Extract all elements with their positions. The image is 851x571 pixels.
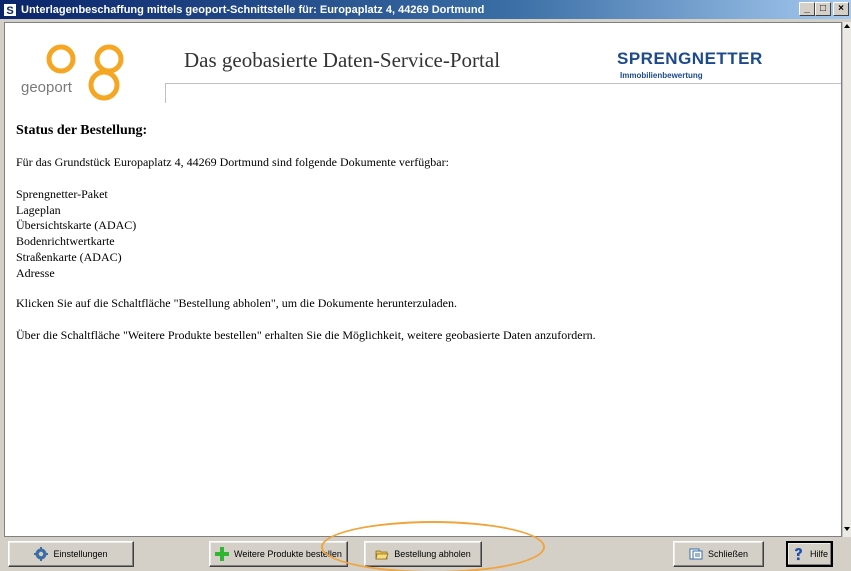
more-products-button[interactable]: Weitere Produkte bestellen <box>209 541 348 567</box>
window-controls: _ □ × <box>799 2 849 16</box>
download-hint: Klicken Sie auf die Schaltfläche "Bestel… <box>16 296 457 311</box>
close-window-button[interactable]: × <box>833 2 849 16</box>
more-products-button-label: Weitere Produkte bestellen <box>234 549 342 559</box>
vertical-scrollbar[interactable] <box>842 22 851 537</box>
close-window-icon <box>689 548 703 560</box>
brand-logo-subtitle: Immobilienbewertung <box>620 71 703 80</box>
fetch-order-button[interactable]: Bestellung abholen <box>364 541 482 567</box>
minimize-button[interactable]: _ <box>799 2 815 16</box>
close-button[interactable]: Schließen <box>673 541 764 567</box>
header-divider <box>165 83 841 84</box>
help-button-label: Hilfe <box>809 549 828 559</box>
window-title: Unterlagenbeschaffung mittels geoport-Sc… <box>21 3 485 16</box>
help-icon <box>794 548 802 561</box>
maximize-button[interactable]: □ <box>815 2 831 16</box>
help-button[interactable]: Hilfe <box>786 541 833 567</box>
settings-button-label: Einstellungen <box>53 549 108 559</box>
intro-text: Für das Grundstück Europaplatz 4, 44269 … <box>16 155 449 169</box>
content-area: geoport Das geobasierte Daten-Service-Po… <box>4 22 842 537</box>
document-item: Bodenrichtwertkarte <box>16 234 115 249</box>
portal-header: geoport Das geobasierte Daten-Service-Po… <box>5 23 841 103</box>
more-products-hint: Über die Schaltfläche "Weitere Produkte … <box>16 328 596 343</box>
document-list: Sprengnetter-Paket Lageplan Übersichtska… <box>16 187 836 281</box>
document-item: Adresse <box>16 265 55 280</box>
plus-icon <box>215 547 230 561</box>
gear-icon <box>34 547 49 561</box>
header-divider-vertical <box>165 83 166 103</box>
scroll-down-icon[interactable] <box>844 527 850 531</box>
close-button-label: Schließen <box>707 549 749 559</box>
brand-logo-name: SPRENGNETTER <box>617 49 763 68</box>
bottom-toolbar: Einstellungen Weitere Produkte bestellen… <box>0 538 851 571</box>
status-heading: Status der Bestellung: <box>16 123 148 138</box>
title-bar[interactable]: S Unterlagenbeschaffung mittels geoport-… <box>0 0 851 19</box>
document-item: Straßenkarte (ADAC) <box>16 249 122 264</box>
folder-open-icon <box>375 550 389 560</box>
document-item: Übersichtskarte (ADAC) <box>16 218 137 233</box>
logo-wordmark: geoport <box>21 79 72 96</box>
status-panel: Status der Bestellung: Für das Grundstüc… <box>16 123 836 343</box>
settings-button[interactable]: Einstellungen <box>8 541 134 567</box>
app-icon: S <box>3 2 17 17</box>
document-item: Lageplan <box>16 202 61 217</box>
fetch-order-button-label: Bestellung abholen <box>394 549 471 559</box>
document-item: Sprengnetter-Paket <box>16 187 108 201</box>
scroll-up-icon[interactable] <box>844 24 850 28</box>
portal-title: Das geobasierte Daten-Service-Portal <box>184 48 501 72</box>
